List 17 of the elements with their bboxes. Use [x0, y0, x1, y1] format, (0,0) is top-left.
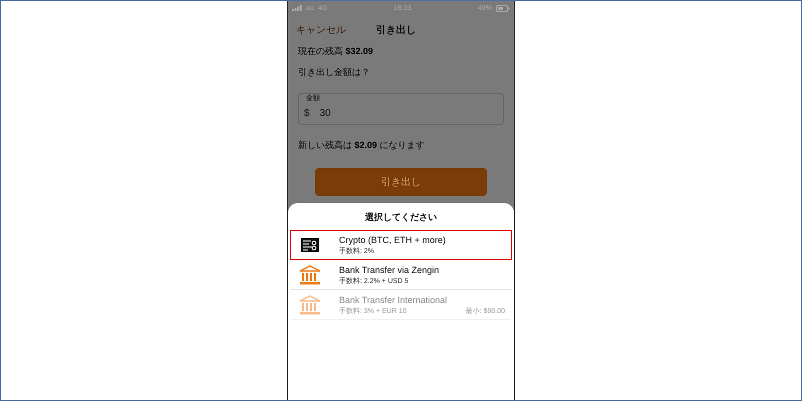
signal-icon	[292, 5, 302, 11]
amount-value: 30	[320, 108, 331, 118]
balance-amount: $32.09	[346, 46, 374, 56]
option-name: Crypto (BTC, ETH + more)	[339, 234, 447, 244]
cancel-link[interactable]: キャンセル	[296, 23, 346, 37]
new-balance-text: 新しい残高は $2.09 になります	[298, 139, 426, 152]
balance-label: 現在の残高	[298, 46, 343, 56]
option-name: Bank Transfer International	[339, 294, 448, 304]
option-name: Bank Transfer via Zengin	[339, 264, 440, 274]
amount-question: 引き出し金額は？	[298, 66, 371, 79]
battery-icon	[496, 4, 510, 12]
circuit-icon	[301, 238, 319, 252]
bank-icon	[299, 295, 321, 315]
sheet-title: 選択してください	[364, 211, 438, 224]
currency-symbol: $	[304, 108, 310, 118]
screen-title: 引き出し	[376, 24, 416, 37]
bank-icon	[299, 265, 321, 285]
